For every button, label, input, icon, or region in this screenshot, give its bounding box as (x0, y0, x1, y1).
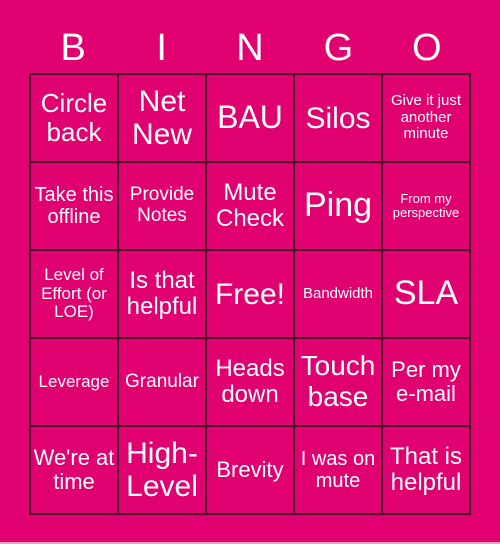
header-letter-b: B (60, 26, 86, 69)
bingo-cell[interactable]: Take this offline (30, 162, 118, 250)
header-letter-g: G (323, 26, 354, 69)
bingo-cell[interactable]: Heads down (206, 338, 294, 426)
bingo-cell[interactable]: Granular (118, 338, 206, 426)
bingo-cell[interactable]: SLA (382, 250, 470, 338)
bingo-cell[interactable]: Give it just another minute (382, 74, 470, 162)
bingo-cell[interactable]: Per my e-mail (382, 338, 470, 426)
free-space-cell[interactable]: Free! (206, 250, 294, 338)
bingo-cell[interactable]: We're at time (30, 426, 118, 514)
bingo-cell[interactable]: Brevity (206, 426, 294, 514)
bingo-cell[interactable]: BAU (206, 74, 294, 162)
bingo-cell[interactable]: Leverage (30, 338, 118, 426)
bingo-cell[interactable]: I was on mute (294, 426, 382, 514)
bingo-cell[interactable]: Silos (294, 74, 382, 162)
header-letter-i: I (156, 26, 167, 69)
bingo-board: Circle back Net New BAU Silos Give it ju… (29, 73, 471, 515)
bingo-cell[interactable]: Mute Check (206, 162, 294, 250)
header-letter-n: N (236, 26, 264, 69)
bingo-cell[interactable]: Level of Effort (or LOE) (30, 250, 118, 338)
bingo-cell[interactable]: Net New (118, 74, 206, 162)
bingo-cell[interactable]: Provide Notes (118, 162, 206, 250)
header-letter-o: O (412, 26, 442, 69)
bingo-cell[interactable]: From my perspective (382, 162, 470, 250)
bingo-header: B I N G O (29, 24, 471, 72)
bingo-cell[interactable]: Bandwidth (294, 250, 382, 338)
bingo-cell[interactable]: That is helpful (382, 426, 470, 514)
bingo-cell[interactable]: Touch base (294, 338, 382, 426)
bingo-cell[interactable]: Circle back (30, 74, 118, 162)
bingo-cell[interactable]: Is that helpful (118, 250, 206, 338)
bingo-cell[interactable]: Ping (294, 162, 382, 250)
bingo-cell[interactable]: High-Level (118, 426, 206, 514)
